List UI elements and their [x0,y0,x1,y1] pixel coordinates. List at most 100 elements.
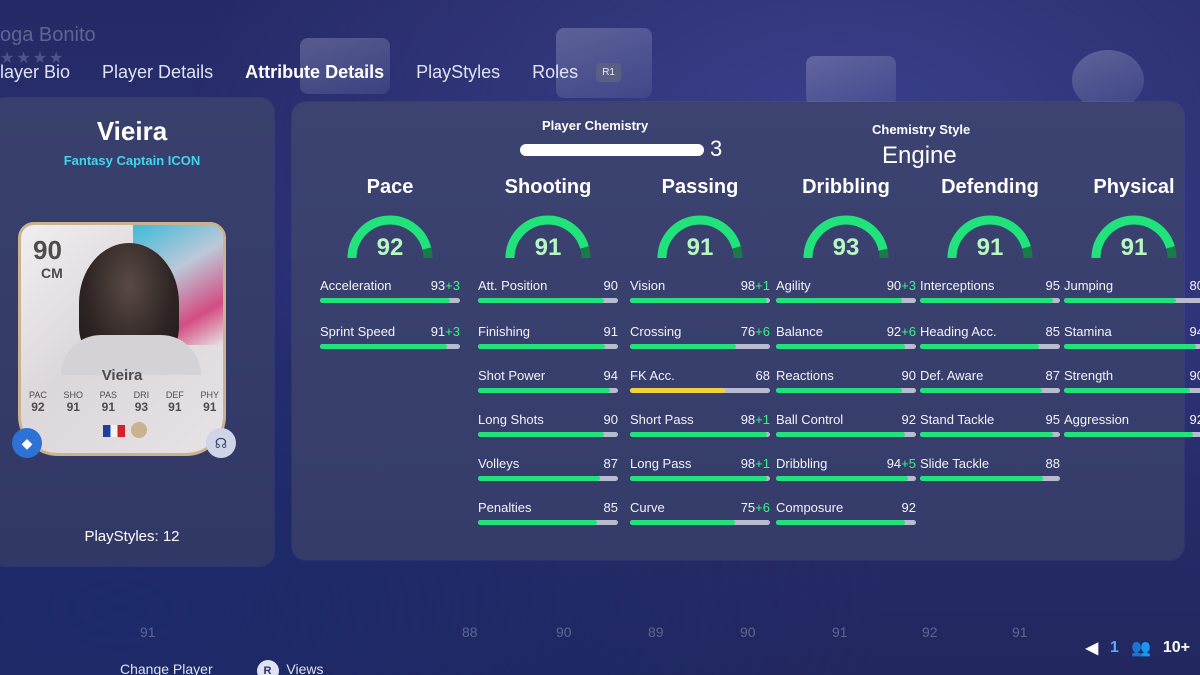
attribute-value-group: 95 [1046,278,1060,293]
playstyles-count: PlayStyles: 12 [84,528,180,545]
attribute-row[interactable]: Long Shots 90 [478,412,618,452]
attribute-value-group: 85 [604,500,618,515]
attribute-bar-track [320,298,460,303]
attribute-value-group: 68 [756,368,770,383]
tab-playstyles[interactable]: PlayStyles [416,62,500,83]
attribute-row[interactable]: Stand Tackle 95 [920,412,1060,452]
attribute-value-group: 92 [902,412,916,427]
r-button-icon: R [256,660,279,675]
attribute-bar-track [630,344,770,349]
attribute-bar-track [630,298,770,303]
attribute-bar-fill [630,344,737,349]
player-card[interactable]: 90 CM Vieira PAC 92 SHO 91 PAS 91 DRI 93 DEF… [18,222,226,456]
attribute-name: Composure [776,500,844,515]
player-card-panel: Vieira Fantasy Captain ICON 90 CM Vieira… [0,98,274,566]
attribute-name: Jumping [1064,278,1114,293]
notification-count: 1 [1110,639,1119,656]
attribute-bar-track [478,298,618,303]
attribute-row[interactable]: Strength 90 [1064,368,1200,408]
attribute-value-group: 91+3 [431,324,460,339]
attribute-value: 94 [603,368,618,383]
attribute-row[interactable]: Volleys 87 [478,456,618,496]
attribute-row[interactable]: Sprint Speed 91+3 [320,324,460,364]
attribute-name: Balance [776,324,823,339]
controller-hints: Change Player R Views [120,660,324,675]
category-pace: Pace 92 [320,176,460,264]
attribute-row[interactable]: Dribbling 94+5 [776,456,916,496]
card-stat-dri: DRI 93 [133,390,150,414]
attribute-bar-fill [478,298,604,303]
card-stat-sho: SHO 91 [63,390,84,414]
change-player-hint[interactable]: Change Player [120,661,213,675]
attribute-bar-fill [776,432,905,437]
attribute-bar-track [776,344,916,349]
attribute-name: Curve [630,500,665,515]
tab-attribute-details[interactable]: Attribute Details [245,62,384,83]
attribute-value: 93 [430,278,446,293]
attribute-name: Interceptions [920,278,995,293]
attribute-value: 95 [1045,412,1060,427]
attribute-row[interactable]: Composure 92 [776,500,916,540]
attribute-row[interactable]: Def. Aware 87 [920,368,1060,408]
tab-roles[interactable]: Roles [532,62,578,83]
attribute-row[interactable]: Heading Acc. 85 [920,324,1060,364]
attribute-name: Reactions [776,368,834,383]
attribute-value: 91 [430,324,446,339]
attribute-row[interactable]: Jumping 80 [1064,278,1200,318]
attribute-value: 92 [901,412,916,427]
attribute-row[interactable]: Long Pass 98+1 [630,456,770,496]
attribute-row[interactable]: Att. Position 90 [478,278,618,318]
attribute-value-group: 92+6 [887,324,916,339]
attribute-bar-fill [630,388,726,393]
attribute-row[interactable]: Reactions 90 [776,368,916,408]
attribute-bar-track [920,298,1060,303]
attribute-row[interactable]: Stamina 94 [1064,324,1200,364]
attribute-bar-track [478,388,618,393]
attribute-name: Shot Power [478,368,546,383]
attribute-row[interactable]: Shot Power 94 [478,368,618,408]
attribute-row[interactable]: Interceptions 95 [920,278,1060,318]
attribute-row[interactable]: Finishing 91 [478,324,618,364]
player-name: Vieira [96,116,168,146]
attribute-row[interactable]: Short Pass 98+1 [630,412,770,452]
category-name: Shooting [504,176,592,198]
attribute-row[interactable]: Agility 90+3 [776,278,916,318]
category-rating: 91 [686,234,714,261]
player-card-type: Fantasy Captain ICON [63,153,201,168]
attribute-bar-fill [920,344,1039,349]
attribute-row[interactable]: Ball Control 92 [776,412,916,452]
attribute-value: 80 [1189,278,1200,293]
views-hint[interactable]: Views [286,661,323,675]
attribute-value: 85 [603,500,618,515]
attribute-bar-track [1064,388,1200,393]
notification-icon: ◀ [1085,640,1099,657]
attribute-bar-track [776,298,916,303]
attribute-value: 92 [1189,412,1200,427]
attribute-bar-track [920,388,1060,393]
tab-player-details[interactable]: Player Details [102,62,213,83]
attribute-row[interactable]: Crossing 76+6 [630,324,770,364]
attribute-name: Def. Aware [920,368,984,383]
attribute-row[interactable]: Curve 75+6 [630,500,770,540]
attribute-row[interactable]: Aggression 92 [1064,412,1200,452]
attribute-row[interactable]: Balance 92+6 [776,324,916,364]
attribute-name: Strength [1064,368,1114,383]
attribute-bar-track [776,520,916,525]
attribute-name: Finishing [478,324,531,339]
attribute-row[interactable]: Acceleration 93+3 [320,278,460,318]
attribute-row[interactable]: Slide Tackle 88 [920,456,1060,496]
tab-player-bio[interactable]: layer Bio [0,62,70,83]
attribute-name: Att. Position [478,278,548,293]
category-physical: Physical 91 [1064,176,1200,264]
attribute-row[interactable]: Vision 98+1 [630,278,770,318]
attribute-boost: +3 [901,278,916,293]
attribute-name: Volleys [478,456,520,471]
category-rating: 91 [976,234,1004,261]
attribute-bar-track [776,432,916,437]
attribute-row[interactable]: Penalties 85 [478,500,618,540]
attribute-value-group: 87 [1046,368,1060,383]
icon-club-badge-icon [131,422,147,438]
attribute-row[interactable]: FK Acc. 68 [630,368,770,408]
mode-title: oga Bonito [0,24,96,46]
attribute-value-group: 90 [604,278,618,293]
